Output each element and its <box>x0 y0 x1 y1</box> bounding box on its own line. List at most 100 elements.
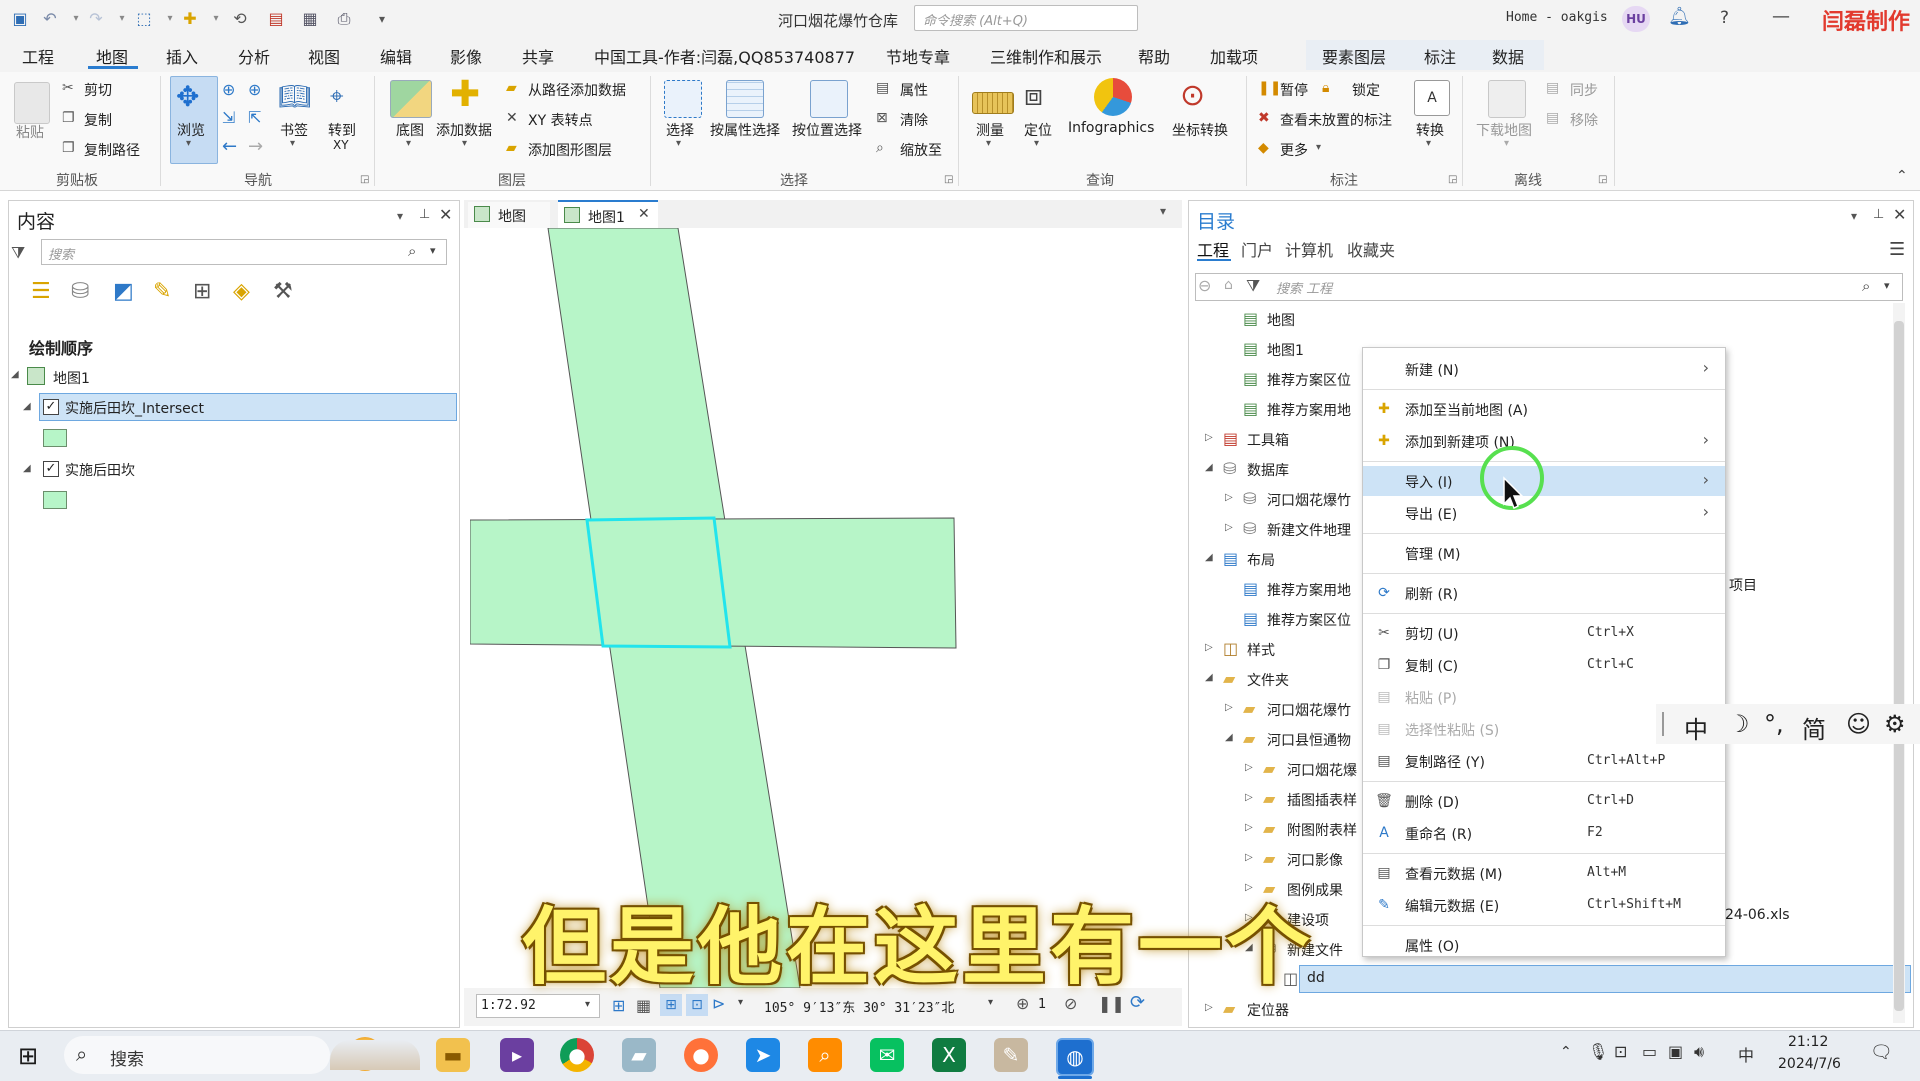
tab-6[interactable]: 影像 <box>450 44 482 68</box>
full-extent-icon[interactable]: ⊕ <box>222 80 235 99</box>
layer-symbol-swatch[interactable] <box>43 491 67 509</box>
catalog-item[interactable]: 推荐方案用地 <box>1267 580 1351 600</box>
taskbar-search-input[interactable]: ⌕ 搜索 <box>64 1036 382 1074</box>
expand-icon[interactable]: ▷ <box>1225 702 1233 713</box>
remove-button[interactable]: 移除 <box>1570 110 1598 130</box>
context-menu-item[interactable]: A 重命名 (R) F2 <box>1363 818 1725 848</box>
catalog-item[interactable]: 地图1 <box>1267 340 1304 360</box>
chevron-down-icon[interactable]: ▾ <box>1884 279 1890 292</box>
catalog-item[interactable]: 定位器 <box>1247 1000 1289 1020</box>
ime-settings-icon[interactable]: ⚙ <box>1884 710 1906 738</box>
context-menu-item[interactable]: ✚ 添加到新建项 (N) › <box>1363 426 1725 456</box>
locate-button[interactable]: 定位 <box>1024 120 1052 140</box>
add-graphics-button[interactable]: 添加图形图层 <box>528 140 612 160</box>
close-icon[interactable]: ✕ <box>638 206 650 222</box>
customize-icon[interactable]: ▾ <box>372 9 392 29</box>
cut-button[interactable]: 剪切 <box>84 80 112 100</box>
context-menu-item[interactable]: ✂ 剪切 (U) Ctrl+X <box>1363 618 1725 648</box>
filter-icon[interactable]: ⧩ <box>1246 276 1260 296</box>
context-menu-item[interactable]: ✚ 添加至当前地图 (A) <box>1363 394 1725 424</box>
app-arrow-icon[interactable]: ➤ <box>746 1038 780 1072</box>
file-explorer-icon[interactable]: ▬ <box>436 1038 470 1072</box>
labeling-icon[interactable]: ◈ <box>233 279 250 304</box>
tab-list-icon[interactable]: ▾ <box>1160 204 1166 218</box>
catalog-item[interactable]: 河口烟花爆竹 <box>1267 490 1351 510</box>
context-menu-item[interactable]: 导出 (E) › <box>1363 498 1725 528</box>
pane-options-icon[interactable]: ▾ <box>1851 209 1857 223</box>
perspective-icon[interactable]: ⚒ <box>273 279 293 304</box>
ime-punctuation[interactable]: °, <box>1764 710 1784 738</box>
catalog-item[interactable]: 地图 <box>1267 310 1295 330</box>
map-node[interactable]: 地图1 <box>53 368 90 388</box>
taskbar-ime-indicator[interactable]: 中 <box>1738 1042 1754 1066</box>
pause-labels-button[interactable]: 暂停 <box>1280 80 1308 100</box>
context-menu-item[interactable]: ▤ 复制路径 (Y) Ctrl+Alt+P <box>1363 746 1725 776</box>
clear-selection-button[interactable]: 清除 <box>900 110 928 130</box>
context-menu-item[interactable]: ❐ 复制 (C) Ctrl+C <box>1363 650 1725 680</box>
expand-icon[interactable]: ◢ <box>1205 462 1213 473</box>
command-search-input[interactable]: 命令搜索 (Alt+Q) <box>914 5 1138 31</box>
copy-button[interactable]: 复制 <box>84 110 112 130</box>
ime-chinese-mode[interactable]: 中 <box>1684 710 1708 745</box>
tab-7[interactable]: 共享 <box>522 44 554 68</box>
select-by-attributes-button[interactable]: 按属性选择 <box>710 120 780 140</box>
download-map-button[interactable]: 下载地图 <box>1476 120 1532 140</box>
expand-icon[interactable]: ▷ <box>1225 522 1233 533</box>
catalog-item[interactable]: 河口烟花爆 <box>1287 760 1357 780</box>
notifications-icon[interactable]: 🗨︎ <box>1870 1042 1893 1063</box>
dialog-launcher-icon[interactable]: ◲ <box>1598 174 1607 185</box>
refresh-icon[interactable]: ⟲ <box>230 9 250 29</box>
catalog-item[interactable]: 数据库 <box>1247 460 1289 480</box>
help-icon[interactable]: ? <box>1720 8 1729 28</box>
catalog-tab-0[interactable]: 工程 <box>1197 237 1229 261</box>
expand-icon[interactable]: ◢ <box>23 401 31 412</box>
catalog-item[interactable]: 插图插表样 <box>1287 790 1357 810</box>
context-menu-item[interactable]: ▤ 查看元数据 (M) Alt+M <box>1363 858 1725 888</box>
tab-12[interactable]: 加载项 <box>1210 44 1258 68</box>
chevron-down-icon[interactable]: ▾ <box>160 9 180 29</box>
add-from-path-button[interactable]: 从路径添加数据 <box>528 80 626 100</box>
attributes-button[interactable]: 属性 <box>900 80 928 100</box>
select-button[interactable]: 选择 <box>666 120 694 140</box>
search-icon[interactable]: ⌕ <box>408 242 416 260</box>
clock-date[interactable]: 2024/7/6 <box>1778 1056 1841 1072</box>
add-data-icon[interactable]: ✚ <box>180 9 200 29</box>
collapse-ribbon-icon[interactable]: ⌃ <box>1896 168 1908 184</box>
microphone-icon[interactable]: 🎙︎ <box>1588 1042 1608 1061</box>
previous-extent-icon[interactable]: ← <box>222 136 237 157</box>
catalog-item[interactable]: 新建文件地理 <box>1267 520 1351 540</box>
filter-icon[interactable]: ⧩ <box>11 243 25 263</box>
catalog-item[interactable]: 推荐方案区位 <box>1267 610 1351 630</box>
chrome-icon[interactable]: ● <box>560 1038 594 1072</box>
back-icon[interactable]: ⊖ <box>1198 276 1211 295</box>
expand-icon[interactable]: ◢ <box>23 463 31 474</box>
close-icon[interactable]: ✕ <box>439 205 452 224</box>
ime-moon-icon[interactable]: ☽ <box>1728 710 1750 738</box>
catalog-tab-2[interactable]: 计算机 <box>1285 237 1333 261</box>
basemap-button[interactable]: 底图 <box>396 120 424 140</box>
explore-button[interactable]: 浏览 <box>177 120 205 140</box>
context-menu-item[interactable]: 新建 (N) › <box>1363 354 1725 384</box>
paste-button[interactable]: 粘贴 <box>16 122 44 142</box>
minimize-icon[interactable]: — <box>1772 6 1790 27</box>
print-icon[interactable]: ⎙ <box>334 9 354 29</box>
excel-icon[interactable]: X <box>932 1038 966 1072</box>
context-menu-item[interactable]: ✎ 编辑元数据 (E) Ctrl+Shift+M <box>1363 890 1725 920</box>
catalog-item[interactable]: 河口县恒通物 <box>1267 730 1351 750</box>
camera-icon[interactable]: ⊡ <box>1614 1042 1627 1061</box>
layer-name[interactable]: 实施后田坎 <box>65 460 135 480</box>
context-menu-item[interactable]: 导入 (I) › <box>1363 466 1725 496</box>
layer-symbol-swatch[interactable] <box>43 429 67 447</box>
catalog-item-selected-bg[interactable] <box>1299 965 1911 993</box>
zoom-to-selection-button[interactable]: 缩放至 <box>900 140 942 160</box>
tab-5[interactable]: 编辑 <box>380 44 412 68</box>
firefox-icon[interactable]: ● <box>684 1038 718 1072</box>
context-menu-item[interactable]: ⟳ 刷新 (R) <box>1363 578 1725 608</box>
dialog-launcher-icon[interactable]: ◲ <box>1448 174 1457 185</box>
editing-icon[interactable]: ✎ <box>153 279 171 304</box>
zoom-out-icon[interactable]: ⇱ <box>248 108 261 127</box>
more-button[interactable]: 更多 <box>1280 140 1308 160</box>
pane-options-icon[interactable]: ▾ <box>397 209 403 223</box>
context-tab-2[interactable]: 数据 <box>1492 44 1524 68</box>
tab-map[interactable]: 地图 <box>468 202 550 228</box>
